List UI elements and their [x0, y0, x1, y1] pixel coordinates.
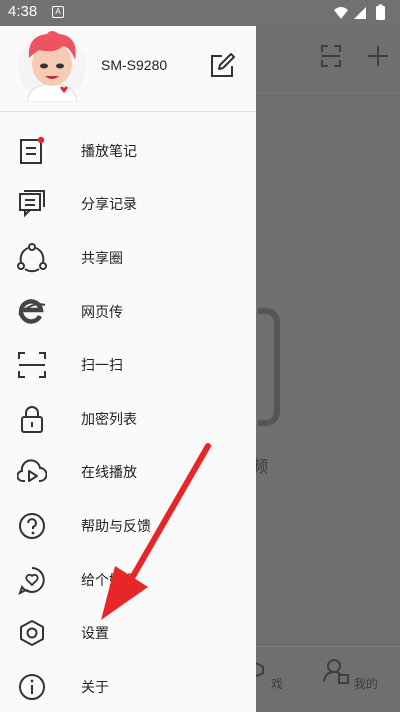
status-time: 4:38	[8, 3, 38, 20]
wifi-icon	[334, 7, 348, 19]
menu-item-label: 在线播放	[81, 465, 137, 482]
settings-icon	[20, 620, 44, 647]
menu-item-play-notes[interactable]: 播放笔记	[0, 124, 256, 178]
status-bar: 4:38 A	[0, 0, 400, 26]
menu-item-label: 网页传	[81, 304, 123, 321]
menu-item-settings[interactable]: 设置	[0, 606, 256, 660]
menu-item-label: 扫一扫	[81, 358, 123, 375]
menu-item-label: 给个好评	[81, 572, 137, 589]
tab-label: 戏	[270, 677, 283, 691]
heart-bubble-icon	[18, 566, 45, 595]
menu-item-web-transfer[interactable]: 网页传	[0, 285, 256, 339]
drawer-menu: 播放笔记 分享记录 共享圈 网页传 扫一扫 加密列表 在线播放 帮助与反馈 给个…	[0, 124, 256, 712]
edit-icon[interactable]	[208, 52, 236, 80]
menu-item-rate[interactable]: 给个好评	[0, 553, 256, 607]
menu-item-label: 分享记录	[81, 197, 137, 214]
help-icon	[19, 512, 45, 539]
online-play-icon	[17, 459, 47, 483]
menu-item-label: 设置	[81, 626, 109, 643]
background-tabbar: 戏 我的	[242, 646, 400, 712]
battery-icon	[376, 6, 385, 20]
menu-item-scan[interactable]: 扫一扫	[0, 338, 256, 392]
web-transfer-icon	[18, 298, 46, 324]
menu-item-label: 加密列表	[81, 411, 137, 428]
tab-label: 我的	[353, 677, 378, 691]
menu-item-label: 帮助与反馈	[81, 518, 151, 535]
menu-item-share-record[interactable]: 分享记录	[0, 178, 256, 232]
scan-icon	[321, 45, 341, 67]
avatar[interactable]	[17, 28, 87, 102]
tab-mine[interactable]: 我的	[315, 657, 385, 692]
menu-item-label: 关于	[81, 679, 109, 696]
share-record-icon	[19, 190, 45, 218]
menu-item-label: 播放笔记	[81, 143, 137, 160]
lock-icon	[21, 405, 43, 433]
menu-item-about[interactable]: 关于	[0, 660, 256, 712]
profile-icon	[323, 659, 350, 684]
menu-item-encrypted-list[interactable]: 加密列表	[0, 392, 256, 446]
menu-item-share-circle[interactable]: 共享圈	[0, 231, 256, 285]
device-name: SM-S9280	[101, 57, 168, 73]
scan-icon	[18, 352, 46, 379]
note-icon	[20, 136, 45, 164]
info-icon	[19, 673, 45, 700]
background-toolbar	[321, 45, 388, 67]
phone-illustration	[258, 308, 280, 426]
navigation-drawer: SM-S9280 播放笔记 分享记录 共享圈 网页传 扫一扫 加密列表 在线播放…	[0, 26, 256, 712]
menu-item-help-feedback[interactable]: 帮助与反馈	[0, 499, 256, 553]
signal-icon	[354, 7, 366, 19]
add-icon	[368, 46, 388, 66]
system-status-icons	[334, 4, 385, 20]
menu-item-label: 共享圈	[81, 250, 123, 267]
menu-item-online-play[interactable]: 在线播放	[0, 446, 256, 500]
notification-icon: A	[52, 6, 64, 18]
share-circle-icon	[17, 242, 47, 273]
profile-header: SM-S9280	[0, 26, 256, 112]
